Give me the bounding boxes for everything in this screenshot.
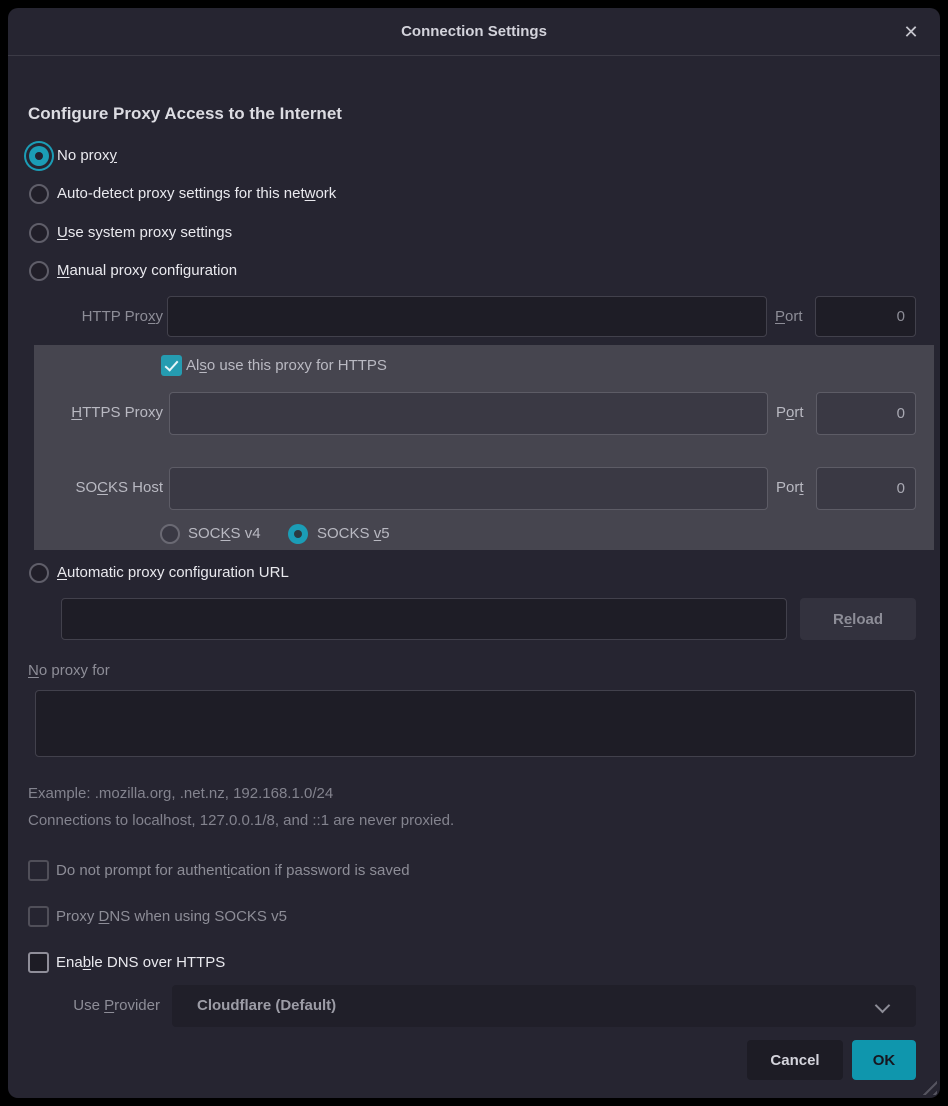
https-proxy-label: HTTPS Proxy xyxy=(34,403,163,423)
manual-proxy-panel: Also use this proxy for HTTPS HTTPS Prox… xyxy=(34,345,934,550)
radio-label-socks-v5[interactable]: SOCKS v5 xyxy=(317,524,390,544)
socks-host-label: SOCKS Host xyxy=(34,478,163,498)
socks-port-label: Port xyxy=(776,478,804,498)
resize-grip[interactable] xyxy=(920,1078,937,1095)
radio-auto-detect[interactable] xyxy=(29,184,49,204)
no-prompt-auth-label[interactable]: Do not prompt for authentication if pass… xyxy=(56,860,410,881)
proxy-dns-socks5-checkbox[interactable] xyxy=(28,906,49,927)
http-proxy-label: HTTP Proxy xyxy=(28,307,163,327)
https-port-input[interactable] xyxy=(816,392,916,435)
no-proxy-for-textarea[interactable] xyxy=(35,690,916,757)
reload-button[interactable]: Reload xyxy=(800,598,916,640)
dialog-title: Connection Settings xyxy=(8,8,940,55)
no-proxy-note-text: Connections to localhost, 127.0.0.1/8, a… xyxy=(28,811,454,831)
close-icon[interactable]: ✕ xyxy=(900,21,922,43)
radio-socks-v4[interactable] xyxy=(160,524,180,544)
ok-button[interactable]: OK xyxy=(852,1040,916,1080)
radio-label-manual-proxy[interactable]: Manual proxy configuration xyxy=(57,261,237,281)
radio-system-proxy[interactable] xyxy=(29,223,49,243)
https-proxy-input[interactable] xyxy=(169,392,768,435)
radio-no-proxy[interactable] xyxy=(29,146,49,166)
http-proxy-input[interactable] xyxy=(167,296,767,337)
also-https-checkbox-label[interactable]: Also use this proxy for HTTPS xyxy=(186,355,387,376)
no-proxy-example-text: Example: .mozilla.org, .net.nz, 192.168.… xyxy=(28,784,333,804)
chevron-down-icon xyxy=(875,998,891,1014)
radio-socks-v5[interactable] xyxy=(288,524,308,544)
auto-config-url-input[interactable] xyxy=(61,598,787,640)
dialog-titlebar: Connection Settings ✕ xyxy=(8,8,940,56)
proxy-dns-socks5-label[interactable]: Proxy DNS when using SOCKS v5 xyxy=(56,906,287,927)
socks-port-input[interactable] xyxy=(816,467,916,510)
use-provider-label: Use Provider xyxy=(28,996,160,1016)
socks-host-input[interactable] xyxy=(169,467,768,510)
http-port-input[interactable] xyxy=(815,296,916,337)
cancel-button[interactable]: Cancel xyxy=(747,1040,843,1080)
also-https-checkbox[interactable] xyxy=(161,355,182,376)
enable-doh-label[interactable]: Enable DNS over HTTPS xyxy=(56,952,225,973)
radio-label-no-proxy[interactable]: No proxy xyxy=(57,146,117,166)
page-title: Configure Proxy Access to the Internet xyxy=(28,104,342,124)
connection-settings-dialog: Connection Settings ✕ Configure Proxy Ac… xyxy=(8,8,940,1098)
radio-auto-config-url[interactable] xyxy=(29,563,49,583)
radio-label-auto-detect[interactable]: Auto-detect proxy settings for this netw… xyxy=(57,184,336,204)
no-prompt-auth-checkbox[interactable] xyxy=(28,860,49,881)
https-port-label: Port xyxy=(776,403,804,423)
radio-label-auto-config-url[interactable]: Automatic proxy configuration URL xyxy=(57,563,289,583)
enable-doh-checkbox[interactable] xyxy=(28,952,49,973)
radio-label-system-proxy[interactable]: Use system proxy settings xyxy=(57,223,232,243)
radio-label-socks-v4[interactable]: SOCKS v4 xyxy=(188,524,261,544)
provider-dropdown-value: Cloudflare (Default) xyxy=(197,985,336,1027)
radio-manual-proxy[interactable] xyxy=(29,261,49,281)
http-port-label: Port xyxy=(775,307,803,327)
no-proxy-for-label: No proxy for xyxy=(28,661,110,681)
provider-dropdown[interactable]: Cloudflare (Default) xyxy=(172,985,916,1027)
